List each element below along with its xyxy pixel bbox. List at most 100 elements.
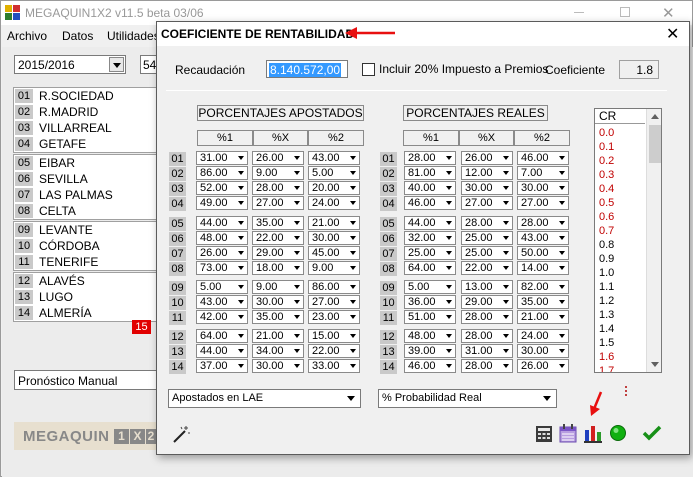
reales-percent-select[interactable]: 46.00 [404, 359, 456, 373]
reales-percent-select[interactable]: 22.00 [461, 261, 513, 275]
scroll-up-icon[interactable] [651, 114, 659, 119]
apostados-percent-select[interactable]: 20.00 [308, 181, 360, 195]
chevron-down-icon[interactable] [503, 266, 509, 270]
calculator-icon[interactable] [535, 425, 553, 443]
team-row[interactable]: 13 LUGO [14, 289, 158, 305]
apostados-percent-select[interactable]: 30.00 [308, 231, 360, 245]
chevron-down-icon[interactable] [350, 364, 356, 368]
reales-percent-select[interactable]: 25.00 [461, 231, 513, 245]
menu-utilidades[interactable]: Utilidades [107, 29, 160, 43]
team-row[interactable]: 06 SEVILLA [14, 171, 158, 187]
apostados-percent-select[interactable]: 64.00 [196, 329, 248, 343]
cr-item[interactable]: 1.7 [599, 364, 614, 372]
reales-percent-select[interactable]: 26.00 [517, 359, 569, 373]
chevron-down-icon[interactable] [559, 156, 565, 160]
cr-item[interactable]: 1.6 [599, 350, 614, 364]
reales-percent-select[interactable]: 31.00 [461, 344, 513, 358]
team-row[interactable]: 04 GETAFE [14, 136, 158, 152]
team-row[interactable]: 12 ALAVÉS [14, 273, 158, 289]
chevron-down-icon[interactable] [446, 156, 452, 160]
green-circle-icon[interactable] [609, 424, 627, 442]
cr-item[interactable]: 1.0 [599, 266, 614, 280]
chevron-down-icon[interactable] [503, 334, 509, 338]
chevron-down-icon[interactable] [559, 334, 565, 338]
chevron-down-icon[interactable] [350, 349, 356, 353]
chevron-down-icon[interactable] [350, 334, 356, 338]
chevron-down-icon[interactable] [559, 201, 565, 205]
apostados-percent-select[interactable]: 30.00 [252, 295, 304, 309]
team-row[interactable]: 09 LEVANTE [14, 222, 158, 238]
team-row[interactable]: 02 R.MADRID [14, 104, 158, 120]
reales-percent-select[interactable]: 13.00 [461, 280, 513, 294]
reales-percent-select[interactable]: 82.00 [517, 280, 569, 294]
apostados-percent-select[interactable]: 48.00 [196, 231, 248, 245]
apostados-percent-select[interactable]: 18.00 [252, 261, 304, 275]
chevron-down-icon[interactable] [238, 300, 244, 304]
reales-percent-select[interactable]: 29.00 [461, 295, 513, 309]
chevron-down-icon[interactable] [503, 236, 509, 240]
cr-item[interactable]: 0.5 [599, 196, 614, 210]
recaudacion-input[interactable]: 8.140.572,00 [266, 60, 348, 78]
chevron-down-icon[interactable] [350, 266, 356, 270]
reales-percent-select[interactable]: 12.00 [461, 166, 513, 180]
cr-item[interactable]: 0.2 [599, 154, 614, 168]
apostados-percent-select[interactable]: 26.00 [252, 151, 304, 165]
reales-source-select[interactable]: % Probabilidad Real [378, 389, 557, 408]
apostados-percent-select[interactable]: 49.00 [196, 196, 248, 210]
apostados-percent-select[interactable]: 44.00 [196, 216, 248, 230]
team-row[interactable]: 10 CÓRDOBA [14, 238, 158, 254]
chevron-down-icon[interactable] [238, 236, 244, 240]
chevron-down-icon[interactable] [446, 285, 452, 289]
apostados-percent-select[interactable]: 29.00 [252, 246, 304, 260]
menu-datos[interactable]: Datos [62, 29, 93, 43]
apostados-percent-select[interactable]: 45.00 [308, 246, 360, 260]
reales-percent-select[interactable]: 21.00 [517, 310, 569, 324]
chevron-down-icon[interactable] [294, 266, 300, 270]
chevron-down-icon[interactable] [446, 315, 452, 319]
reales-percent-select[interactable]: 25.00 [461, 246, 513, 260]
chevron-down-icon[interactable] [238, 221, 244, 225]
reales-percent-select[interactable]: 25.00 [404, 246, 456, 260]
season-select[interactable]: 2015/2016 [14, 55, 126, 74]
chevron-down-icon[interactable] [559, 315, 565, 319]
reales-percent-select[interactable]: 46.00 [404, 196, 456, 210]
cr-item[interactable]: 0.1 [599, 140, 614, 154]
chevron-down-icon[interactable] [350, 251, 356, 255]
incluir-impuesto-label[interactable]: Incluir 20% Impuesto a Premios [379, 62, 548, 76]
chevron-down-icon[interactable] [559, 364, 565, 368]
apostados-percent-select[interactable]: 22.00 [252, 231, 304, 245]
chevron-down-icon[interactable] [294, 186, 300, 190]
chevron-down-icon[interactable] [238, 156, 244, 160]
chart-icon[interactable] [584, 424, 602, 443]
chevron-down-icon[interactable] [540, 391, 555, 406]
reales-percent-select[interactable]: 28.00 [461, 310, 513, 324]
chevron-down-icon[interactable] [559, 186, 565, 190]
reales-percent-select[interactable]: 81.00 [404, 166, 456, 180]
reales-percent-select[interactable]: 28.00 [461, 359, 513, 373]
chevron-down-icon[interactable] [350, 300, 356, 304]
reales-percent-select[interactable]: 51.00 [404, 310, 456, 324]
team-row[interactable]: 05 EIBAR [14, 155, 158, 171]
reales-percent-select[interactable]: 26.00 [461, 151, 513, 165]
chevron-down-icon[interactable] [294, 349, 300, 353]
cr-item[interactable]: 1.2 [599, 294, 614, 308]
chevron-down-icon[interactable] [503, 315, 509, 319]
chevron-down-icon[interactable] [294, 315, 300, 319]
reales-percent-select[interactable]: 14.00 [517, 261, 569, 275]
apostados-percent-select[interactable]: 44.00 [196, 344, 248, 358]
reales-percent-select[interactable]: 5.00 [404, 280, 456, 294]
apostados-source-select[interactable]: Apostados en LAE [168, 389, 361, 408]
chevron-down-icon[interactable] [503, 186, 509, 190]
reales-percent-select[interactable]: 64.00 [404, 261, 456, 275]
apostados-percent-select[interactable]: 42.00 [196, 310, 248, 324]
chevron-down-icon[interactable] [503, 171, 509, 175]
chevron-down-icon[interactable] [350, 186, 356, 190]
chevron-down-icon[interactable] [446, 236, 452, 240]
chevron-down-icon[interactable] [503, 156, 509, 160]
chevron-down-icon[interactable] [446, 300, 452, 304]
reales-percent-select[interactable]: 36.00 [404, 295, 456, 309]
chevron-down-icon[interactable] [294, 236, 300, 240]
apostados-percent-select[interactable]: 21.00 [252, 329, 304, 343]
main-close-icon[interactable]: ✕ [662, 4, 675, 22]
chevron-down-icon[interactable] [559, 349, 565, 353]
